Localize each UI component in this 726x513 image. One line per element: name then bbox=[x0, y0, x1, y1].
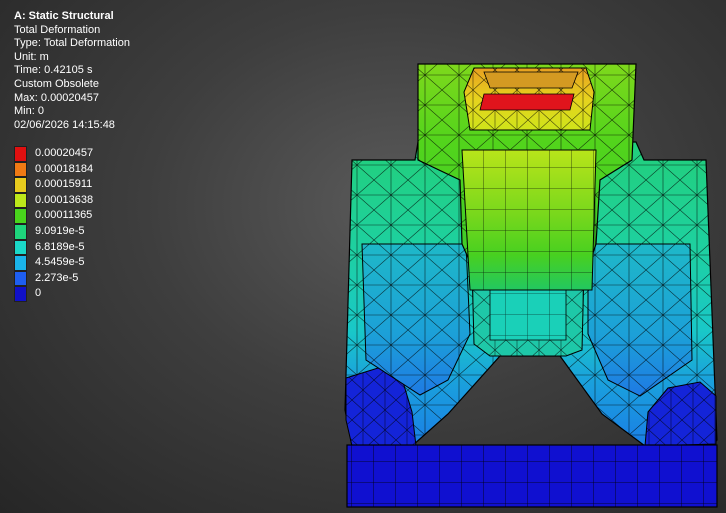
mesh-stem bbox=[461, 149, 597, 291]
mesh-base-plate bbox=[346, 444, 718, 508]
model-viewport[interactable] bbox=[0, 0, 726, 513]
mesh-hot-region bbox=[463, 67, 595, 131]
